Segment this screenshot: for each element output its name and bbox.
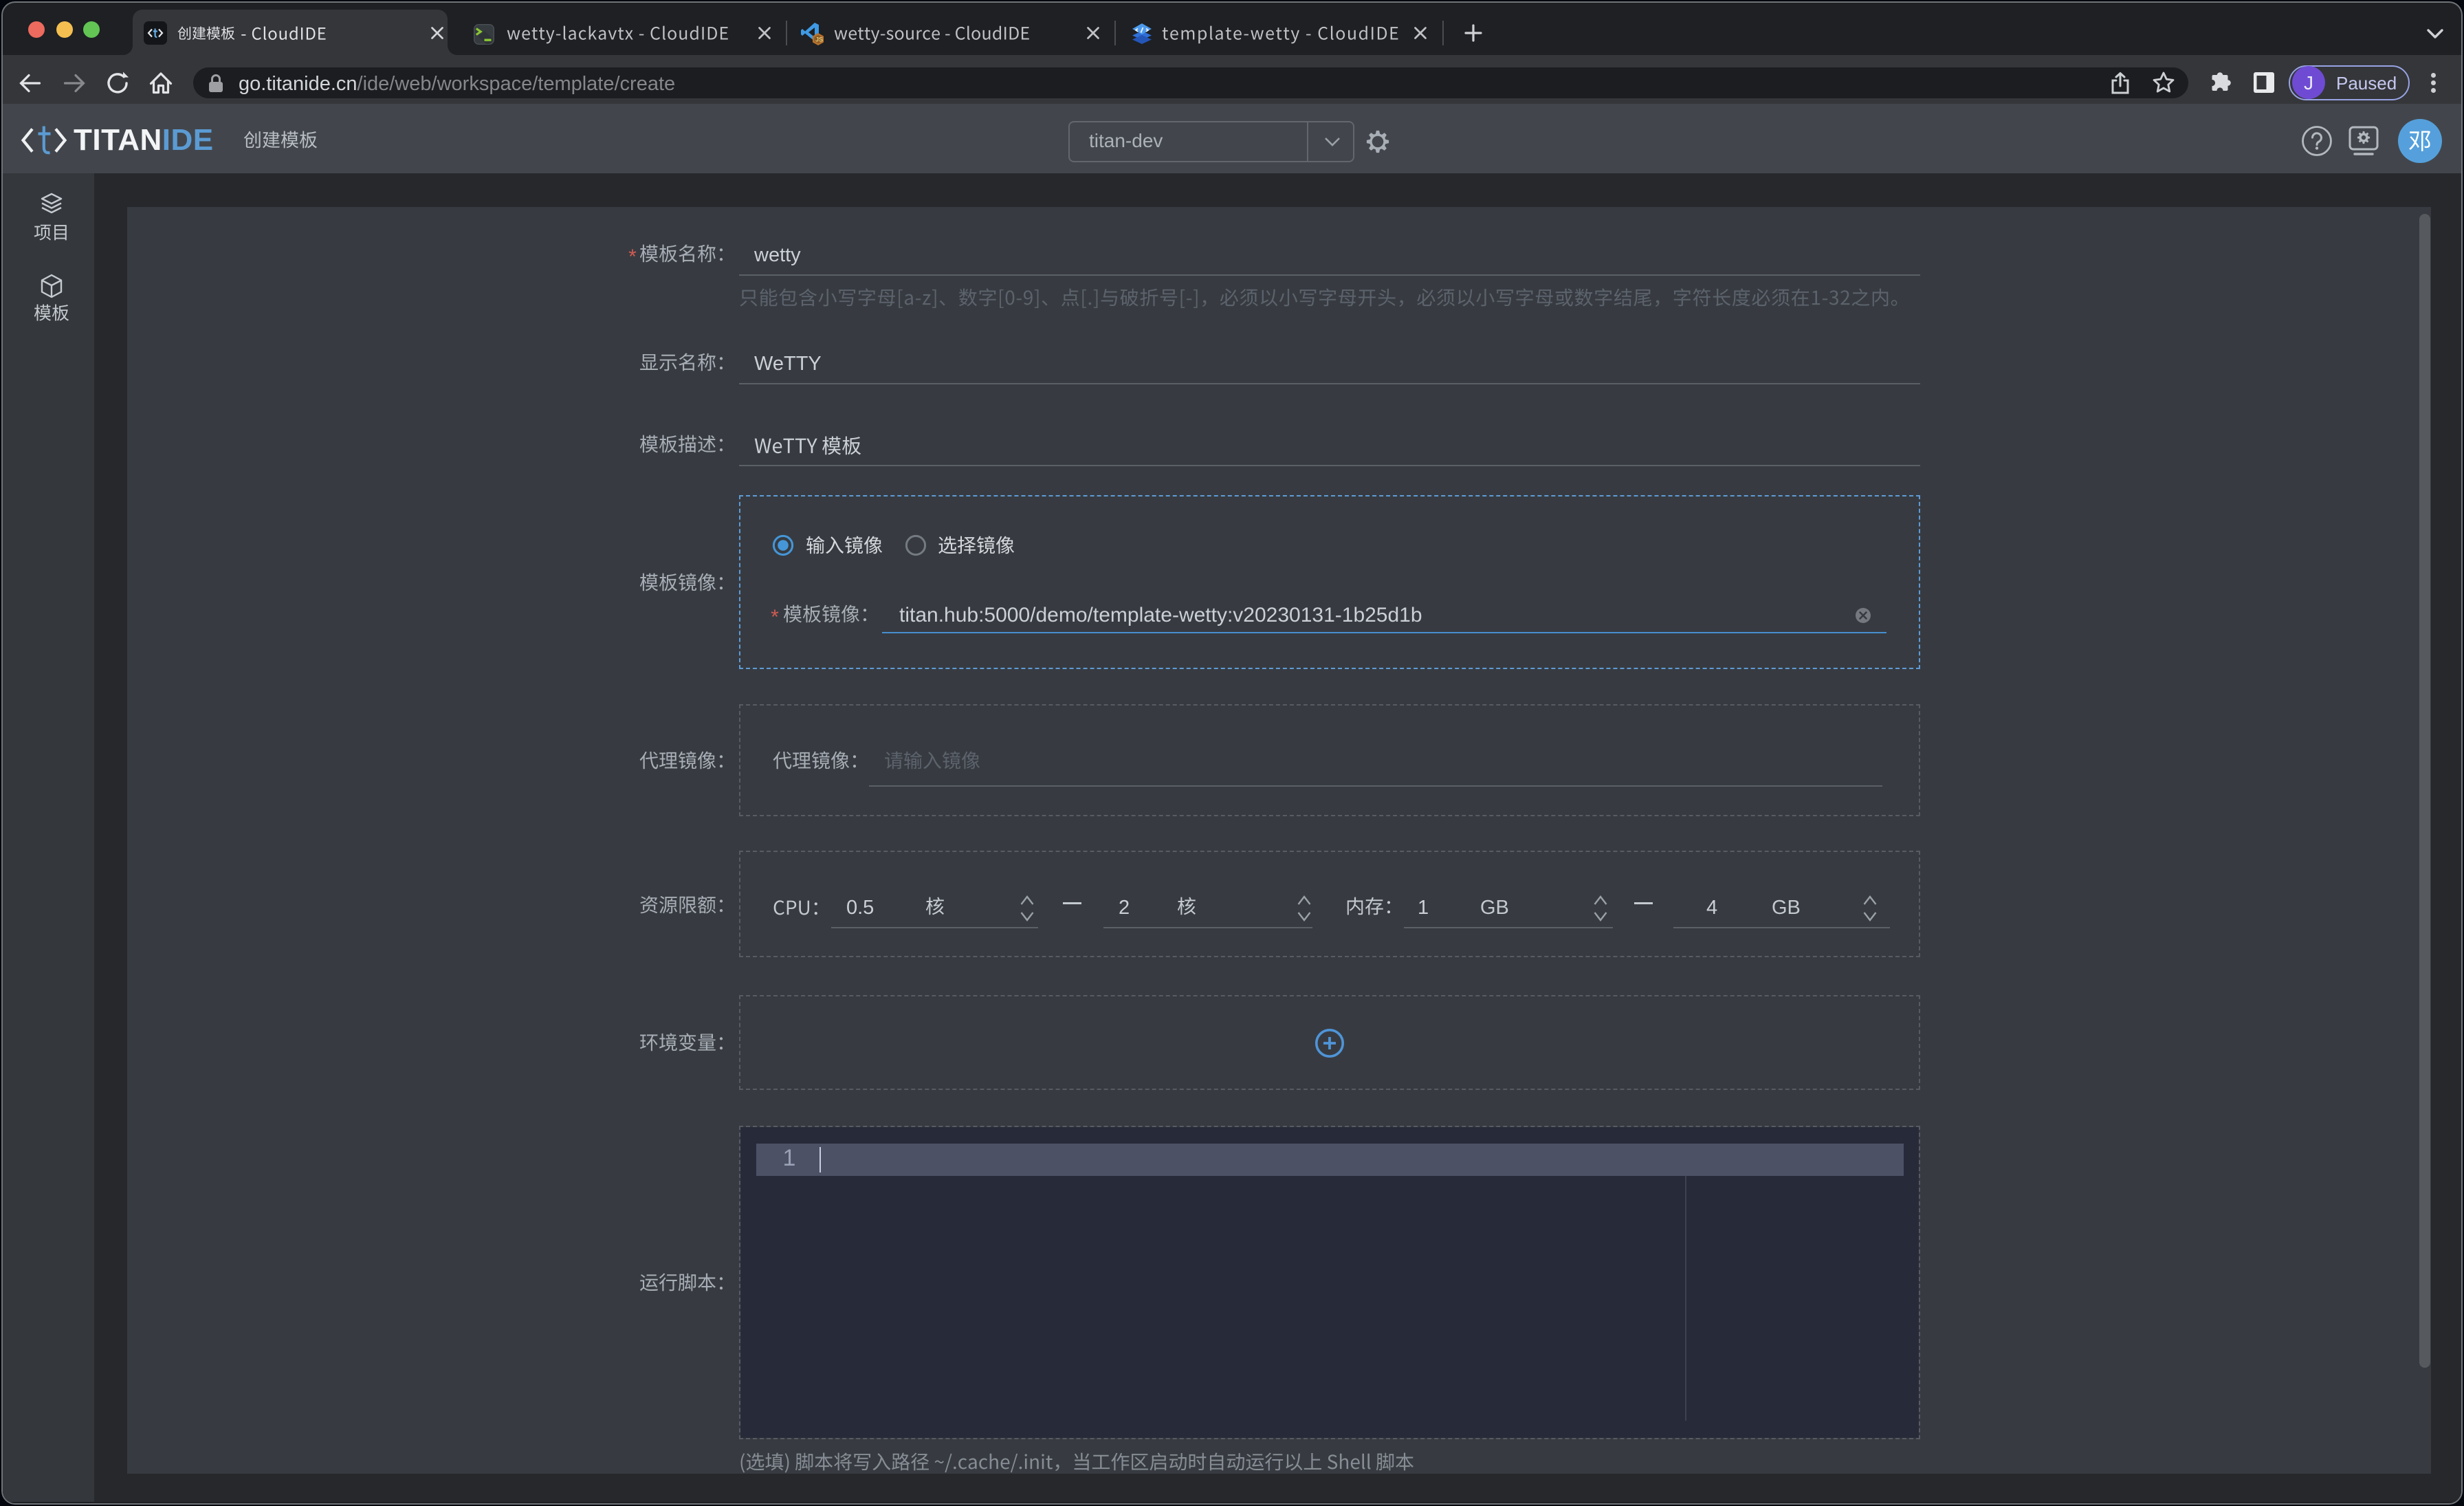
- svg-text:JS: JS: [815, 36, 823, 43]
